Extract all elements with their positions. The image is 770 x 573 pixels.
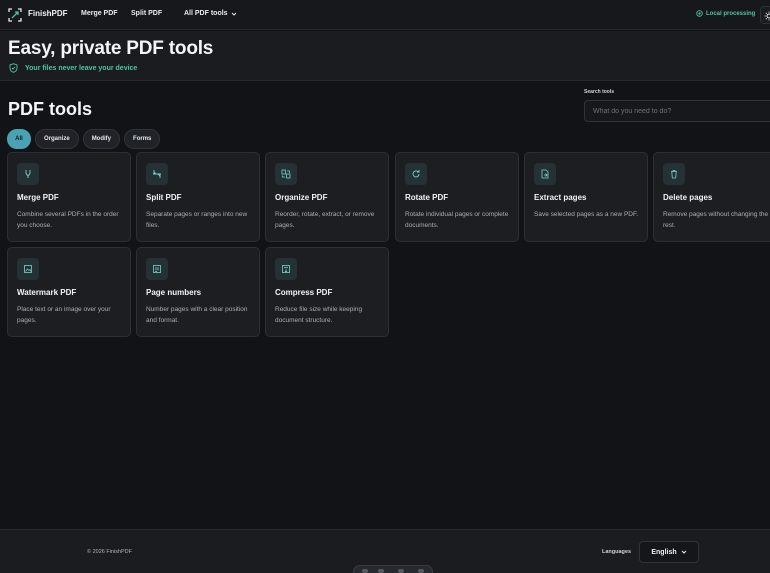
hero-banner: Easy, private PDF tools Your files never… — [0, 31, 770, 81]
tool-description: Place text or an image over your pages. — [17, 306, 111, 324]
tool-description: Remove pages without changing the rest. — [663, 211, 769, 229]
filter-chips: All Organize Modify Forms — [7, 129, 161, 149]
copyright: © 2026 FinishPDF — [87, 549, 133, 555]
search-input[interactable] — [584, 100, 770, 122]
merge-icon — [17, 163, 39, 185]
local-processing-icon — [696, 10, 703, 17]
tool-card-merge-pdf[interactable]: Merge PDF Combine several PDFs in the or… — [7, 152, 131, 242]
tool-title: Delete pages — [663, 193, 713, 202]
nav-all-pdf-tools-label: All PDF tools — [184, 10, 228, 17]
nav-all-pdf-tools[interactable]: All PDF tools — [184, 10, 237, 17]
hero-subtitle: Your files never leave your device — [9, 63, 137, 73]
tool-title: Merge PDF — [17, 193, 59, 202]
tool-card-compress-pdf[interactable]: Compress PDF Reduce file size while keep… — [265, 247, 389, 337]
compress-icon — [275, 258, 297, 280]
trash-icon — [663, 163, 685, 185]
tool-card-extract-pages[interactable]: Extract pages Save selected pages as a n… — [524, 152, 648, 242]
toolbar-item[interactable] — [418, 569, 424, 573]
filter-organize[interactable]: Organize — [35, 129, 79, 149]
search-label: Search tools — [584, 89, 615, 95]
organize-icon — [275, 163, 297, 185]
nav-split-pdf[interactable]: Split PDF — [131, 10, 162, 17]
rotate-icon — [405, 163, 427, 185]
tool-card-delete-pages[interactable]: Delete pages Remove pages without changi… — [653, 152, 770, 242]
theme-toggle-button[interactable] — [760, 6, 770, 24]
languages-label: Languages — [602, 549, 632, 555]
tool-description: Reorder, rotate, extract, or remove page… — [275, 211, 375, 229]
filter-forms[interactable]: Forms — [124, 129, 161, 149]
page-numbers-icon — [146, 258, 168, 280]
split-icon — [146, 163, 168, 185]
page-title: PDF tools — [8, 99, 92, 119]
chevron-down-icon — [231, 12, 236, 16]
floating-toolbar[interactable] — [353, 565, 433, 573]
top-bar: FinishPDF Merge PDF Split PDF All PDF to… — [0, 0, 770, 30]
filter-all[interactable]: All — [7, 129, 31, 149]
tool-card-page-numbers[interactable]: Page numbers Number pages with a clear p… — [136, 247, 260, 337]
chevron-down-icon — [681, 550, 686, 554]
extract-icon — [534, 163, 556, 185]
tool-description: Number pages with a clear position and f… — [146, 306, 248, 324]
tool-card-watermark-pdf[interactable]: Watermark PDF Place text or an image ove… — [7, 247, 131, 337]
brand-name[interactable]: FinishPDF — [28, 9, 68, 18]
shield-check-icon — [9, 63, 18, 73]
tool-title: Page numbers — [146, 288, 202, 297]
tool-title: Compress PDF — [275, 288, 333, 297]
tool-description: Combine several PDFs in the order you ch… — [17, 211, 119, 229]
toolbar-item[interactable] — [378, 569, 384, 573]
tool-description: Rotate individual pages or complete docu… — [405, 211, 509, 229]
local-processing-indicator: Local processing — [696, 10, 755, 17]
language-select-value: English — [651, 548, 677, 556]
filter-modify[interactable]: Modify — [82, 129, 121, 149]
language-select[interactable]: English — [639, 541, 699, 563]
tool-description: Separate pages or ranges into new files. — [146, 211, 248, 229]
tool-title: Watermark PDF — [17, 288, 77, 297]
hero-title: Easy, private PDF tools — [8, 38, 214, 59]
tool-description: Save selected pages as a new PDF. — [534, 211, 639, 218]
local-processing-label: Local processing — [706, 10, 756, 17]
tool-description: Reduce file size while keeping document … — [275, 306, 363, 324]
tool-card-rotate-pdf[interactable]: Rotate PDF Rotate individual pages or co… — [395, 152, 519, 242]
tool-title: Rotate PDF — [405, 193, 449, 202]
sun-icon — [764, 11, 770, 21]
tool-title: Split PDF — [146, 193, 182, 202]
tool-card-split-pdf[interactable]: Split PDF Separate pages or ranges into … — [136, 152, 260, 242]
toolbar-item[interactable] — [362, 569, 368, 573]
toolbar-item[interactable] — [398, 569, 404, 573]
watermark-icon — [17, 258, 39, 280]
tool-title: Extract pages — [534, 193, 587, 202]
finishpdf-logo-icon[interactable] — [8, 8, 22, 22]
nav-merge-pdf[interactable]: Merge PDF — [81, 10, 118, 17]
tool-title: Organize PDF — [275, 193, 328, 202]
hero-subtitle-text: Your files never leave your device — [25, 64, 138, 72]
tool-card-organize-pdf[interactable]: Organize PDF Reorder, rotate, extract, o… — [265, 152, 389, 242]
